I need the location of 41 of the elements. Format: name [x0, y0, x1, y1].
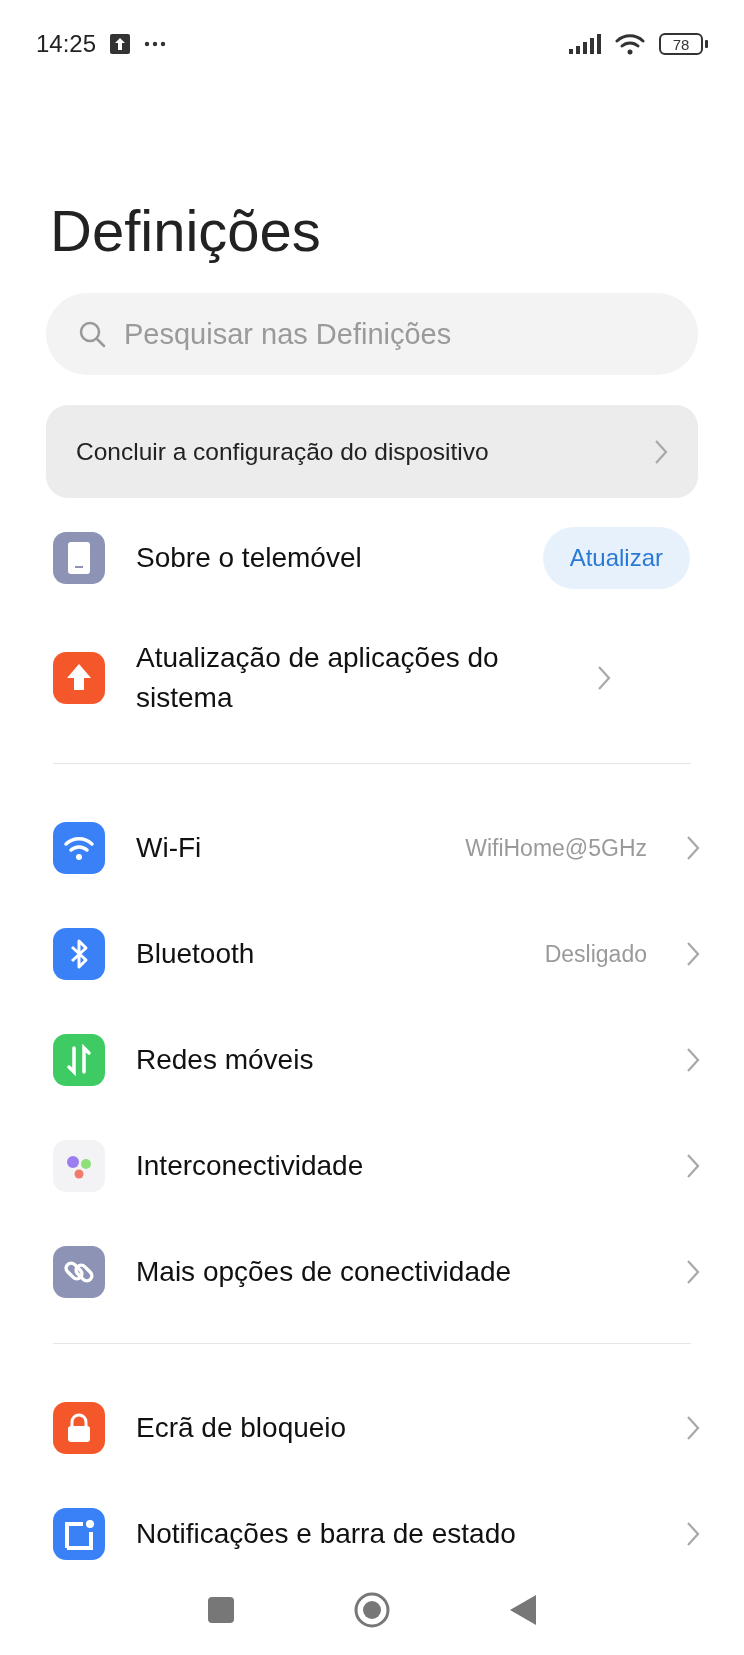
- chevron-icon: [686, 1153, 700, 1179]
- row-value: WifiHome@5GHz: [465, 834, 647, 862]
- settings-row[interactable]: Notificações e barra de estado: [0, 1481, 744, 1567]
- row-value: Desligado: [544, 940, 647, 968]
- settings-row[interactable]: Interconectividade: [0, 1113, 744, 1219]
- wifi-icon: [615, 33, 645, 55]
- row-label: Wi-Fi: [136, 831, 203, 865]
- row-label: Redes móveis: [136, 1043, 315, 1077]
- chevron-icon: [686, 941, 700, 967]
- chevron-icon: [686, 1259, 700, 1285]
- search-field[interactable]: Pesquisar nas Definições: [46, 293, 698, 375]
- settings-row[interactable]: Wi-Fi WifiHome@5GHz: [0, 795, 744, 901]
- page-title: Definições: [50, 197, 322, 265]
- chevron-icon: [654, 438, 668, 465]
- settings-row[interactable]: Bluetooth Desligado: [0, 901, 744, 1007]
- upload-icon: [110, 34, 131, 54]
- row-label: Interconectividade: [136, 1149, 365, 1183]
- row-label: Bluetooth: [136, 937, 256, 971]
- chevron-icon: [686, 835, 700, 861]
- setup-card[interactable]: Concluir a configuração do dispositivo: [46, 405, 698, 498]
- update-button[interactable]: Atualizar: [542, 527, 690, 589]
- chevron-icon: [686, 1521, 700, 1547]
- chevron-icon: [686, 1415, 700, 1441]
- settings-row[interactable]: Sobre o telemóvel Atualizar: [0, 505, 744, 611]
- row-label: Atualização de aplicações do sistema: [136, 641, 500, 715]
- more-icon: [144, 41, 167, 47]
- signal-icon: [569, 34, 601, 54]
- row-label: Mais opções de conectividade: [136, 1255, 513, 1289]
- settings-row[interactable]: Ecrã de bloqueio: [0, 1375, 744, 1481]
- row-label: Notificações e barra de estado: [136, 1517, 517, 1551]
- row-label: Ecrã de bloqueio: [136, 1411, 348, 1445]
- settings-row[interactable]: Redes móveis: [0, 1007, 744, 1113]
- status-time: 14:25: [36, 30, 97, 58]
- chevron-icon: [597, 665, 611, 691]
- chevron-icon: [686, 1047, 700, 1073]
- back-icon[interactable]: [510, 1595, 536, 1625]
- home-icon[interactable]: [354, 1592, 390, 1628]
- settings-row[interactable]: Mais opções de conectividade: [0, 1219, 744, 1325]
- row-label: Sobre o telemóvel: [136, 541, 363, 575]
- settings-row[interactable]: Atualização de aplicações do sistema: [0, 611, 744, 745]
- search-icon: [78, 320, 106, 348]
